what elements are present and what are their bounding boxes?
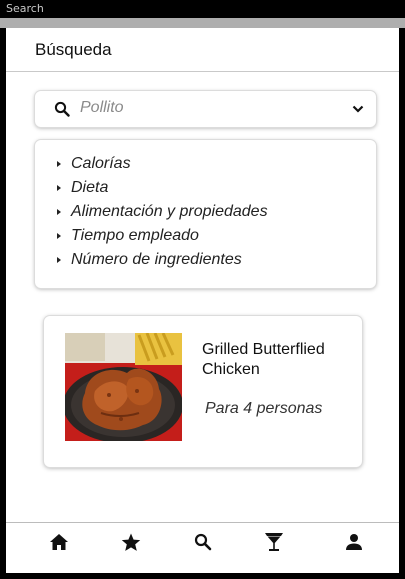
cocktail-icon xyxy=(265,533,283,551)
caret-right-icon xyxy=(57,209,61,215)
search-input[interactable]: Pollito xyxy=(80,99,124,117)
person-icon xyxy=(346,534,362,550)
search-dropdown[interactable]: Pollito xyxy=(35,91,376,127)
recipe-servings: Para 4 personas xyxy=(205,400,323,417)
caret-right-icon xyxy=(57,233,61,239)
filter-label: Calorías xyxy=(71,155,131,172)
filter-list: Calorías Dieta Alimentación y propiedade… xyxy=(35,140,376,288)
filter-item-ingredientes[interactable]: Número de ingredientes xyxy=(57,248,376,272)
search-icon xyxy=(54,101,70,117)
recipe-thumbnail xyxy=(65,333,182,441)
caret-right-icon xyxy=(57,257,61,263)
filter-label: Dieta xyxy=(71,179,109,196)
filter-item-dieta[interactable]: Dieta xyxy=(57,176,376,200)
app-header: Búsqueda xyxy=(6,28,399,72)
star-icon xyxy=(121,533,141,551)
os-title-bar: Search xyxy=(0,0,405,18)
nav-home[interactable] xyxy=(47,531,71,553)
os-title-label: Search xyxy=(6,2,44,15)
home-icon xyxy=(50,534,68,550)
recipe-card[interactable]: Grilled Butterflied Chicken Para 4 perso… xyxy=(44,316,362,467)
app-screen: Búsqueda Pollito Calorías Dieta Alimenta… xyxy=(6,28,399,573)
filter-item-calorias[interactable]: Calorías xyxy=(57,152,376,176)
recipe-title: Grilled Butterflied Chicken xyxy=(202,341,325,378)
filter-item-alimentacion[interactable]: Alimentación y propiedades xyxy=(57,200,376,224)
nav-profile[interactable] xyxy=(342,531,366,553)
filter-label: Alimentación y propiedades xyxy=(71,203,268,220)
search-icon xyxy=(194,533,212,551)
caret-right-icon xyxy=(57,185,61,191)
status-strip xyxy=(0,18,405,28)
caret-right-icon xyxy=(57,161,61,167)
filter-label: Tiempo empleado xyxy=(71,227,199,244)
bottom-nav xyxy=(6,522,399,573)
nav-search[interactable] xyxy=(191,531,215,553)
nav-favorites[interactable] xyxy=(119,531,143,553)
chevron-down-icon[interactable] xyxy=(352,104,364,114)
page-title: Búsqueda xyxy=(35,39,112,59)
filter-label: Número de ingredientes xyxy=(71,251,242,268)
filter-item-tiempo[interactable]: Tiempo empleado xyxy=(57,224,376,248)
nav-drinks[interactable] xyxy=(262,531,286,553)
